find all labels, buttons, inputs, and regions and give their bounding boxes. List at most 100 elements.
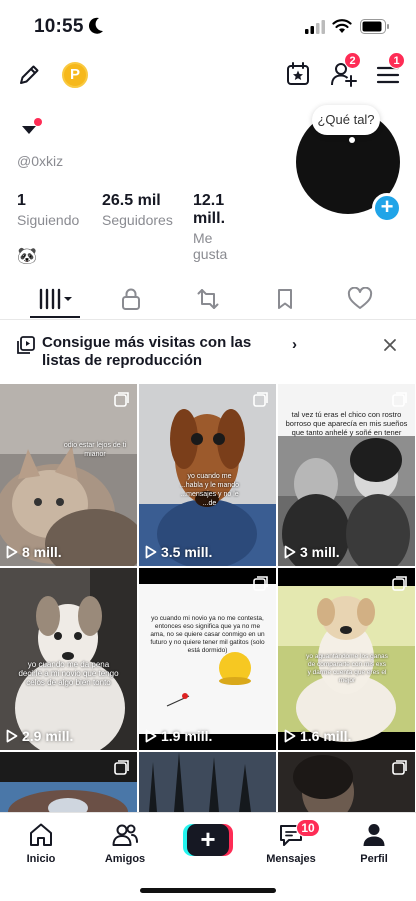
view-count: 2.9 mill. [6,728,73,744]
playlist-promo-banner[interactable]: Consigue más visitas con las listas de r… [0,330,416,380]
grid-videos-icon [39,288,72,310]
plus-icon: + [187,824,229,856]
video-thumbnail[interactable]: yo aguantándome los ganas de compararte … [278,568,415,750]
video-thumbnail[interactable]: yo cuando me ...habla y le mando ...mens… [139,384,276,566]
header-right: 2 1 [284,52,405,90]
play-icon [145,729,157,743]
stat-label: Siguiendo [17,212,80,228]
tab-videos[interactable] [16,280,96,318]
video-thumbnail[interactable]: odio estar lejos de ti mianor 8 mill. [0,384,137,566]
menu-badge: 1 [388,52,405,69]
nav-label: Inicio [26,853,56,865]
friends-icon [112,824,138,846]
calendar-star-icon[interactable] [284,60,312,88]
tab-favorites[interactable] [245,280,325,318]
play-icon [6,729,18,743]
coins-icon[interactable]: P [62,62,88,88]
active-tab-indicator [30,316,80,318]
white-dog-thumbnail [0,568,137,750]
nav-label: Amigos [104,853,146,865]
multi-clip-icon [253,576,268,591]
messages-badge: 10 [296,819,320,837]
add-story-button[interactable]: + [372,193,402,223]
stat-label: Seguidores [102,212,173,228]
bubble-tail [349,137,355,143]
nav-messages[interactable]: 10 Mensajes [256,819,326,871]
video-thumbnail[interactable] [0,752,137,814]
view-count: 3 mill. [284,544,340,560]
view-count-text: 3.5 mill. [161,544,213,560]
nav-profile[interactable]: Perfil [339,821,409,871]
tab-liked[interactable] [320,280,400,318]
video-thumbnail-image [139,752,276,814]
nav-friends[interactable]: Amigos [90,821,160,871]
menu-button[interactable]: 1 [374,52,405,90]
video-grid: odio estar lejos de ti mianor 8 mill. yo… [0,384,416,814]
video-caption: yo aguantándome los ganas de compararte … [306,653,388,684]
video-thumbnail[interactable] [278,752,415,814]
stat-value: 1 [17,192,26,209]
bio-text: 🐼 [17,248,37,265]
add-friends-button[interactable]: 2 [330,52,361,90]
nav-label: Perfil [360,853,388,865]
create-button[interactable]: + [183,824,233,856]
kitten-thumbnail [0,384,137,566]
stat-followers[interactable]: 26.5 mil Seguidores [102,192,173,228]
multi-clip-icon [114,760,129,775]
video-thumbnail[interactable] [139,752,276,814]
view-count: 8 mill. [6,544,62,560]
stat-value: 12.1 mill. [193,192,226,227]
video-caption: odio estar lejos de ti mianor [63,442,127,458]
nav-home[interactable]: Inicio [6,821,76,871]
status-bar: 10:55 [0,0,416,52]
emoji-thumbnail [139,568,276,750]
video-caption: yo cuando me ...habla y le mando ...mens… [179,473,240,507]
multi-clip-icon [253,392,268,407]
play-icon [6,545,18,559]
stat-value: 26.5 mil [102,192,161,209]
view-count-text: 3 mill. [300,544,340,560]
status-bubble[interactable]: ¿Qué tal? [312,105,380,135]
close-icon[interactable] [382,337,398,353]
repost-icon [197,289,219,309]
moon-icon [88,17,103,34]
view-count-text: 8 mill. [22,544,62,560]
play-icon [284,729,296,743]
bottom-navigation: Inicio Amigos + 10 Mensajes Perfil [0,812,416,901]
video-thumbnail[interactable]: tal vez tú eras el chico con rostro borr… [278,384,415,566]
view-count-text: 1.6 mill. [300,728,352,744]
view-count-text: 1.9 mill. [161,728,213,744]
stat-likes[interactable]: 12.1 mill. Me gusta [193,192,227,262]
view-count: 3.5 mill. [145,544,212,560]
video-caption: tal vez tú eras el chico con rostro borr… [285,410,408,437]
view-count-text: 2.9 mill. [22,728,74,744]
multi-clip-icon [392,760,407,775]
chevron-right-icon: › [292,336,297,353]
view-count: 1.6 mill. [284,728,351,744]
tab-reposts[interactable] [168,280,248,318]
profile-tabs [0,280,416,320]
edit-pencil-icon[interactable] [16,62,42,88]
multi-clip-icon [392,576,407,591]
nav-label: Mensajes [266,853,316,865]
stat-following[interactable]: 1 Siguiendo [17,192,79,228]
playlist-icon [17,336,35,354]
cellular-signal-icon [305,20,325,34]
heart-icon [347,287,373,309]
username[interactable]: @0xkiz [17,153,63,169]
profile-logo-icon [22,118,42,140]
wifi-icon [332,19,352,33]
video-thumbnail[interactable]: yo cuando me da pena decirle a mi novio … [0,568,137,750]
battery-icon [360,19,389,34]
video-thumbnail[interactable]: yo cuando mi novio ya no me contesta, en… [139,568,276,750]
bookmark-icon [278,289,292,309]
video-caption: yo cuando me da pena decirle a mi novio … [18,660,119,687]
multi-clip-icon [114,392,129,407]
view-count: 1.9 mill. [145,728,212,744]
tab-private[interactable] [91,280,171,318]
play-icon [284,545,296,559]
multi-clip-icon [392,392,407,407]
lock-icon [122,288,140,310]
promo-text: Consigue más visitas con las listas de r… [42,334,252,369]
stat-label: Me gusta [193,230,228,262]
